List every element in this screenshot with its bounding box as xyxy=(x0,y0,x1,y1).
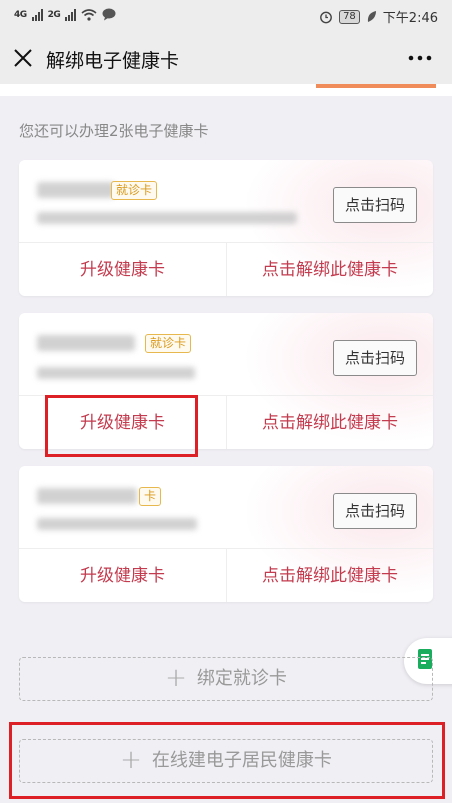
page-title: 解绑电子健康卡 xyxy=(46,50,180,72)
card-type-badge: 就诊卡 xyxy=(145,334,192,353)
battery-indicator: 78 xyxy=(339,9,360,24)
card-holder-name xyxy=(37,488,137,504)
plus-icon: + xyxy=(165,663,187,693)
title-bar: 解绑电子健康卡 xyxy=(0,32,452,84)
highlight-create-card xyxy=(9,722,445,799)
signal-2-label: 2G xyxy=(47,9,61,20)
signal-2-icon xyxy=(65,8,77,21)
remaining-cards-hint: 您还可以办理2张电子健康卡 xyxy=(19,122,209,140)
card-number xyxy=(37,367,195,379)
close-icon[interactable] xyxy=(12,47,34,69)
card-number xyxy=(37,212,297,224)
chat-icon xyxy=(102,8,116,21)
card-holder-name xyxy=(37,182,115,198)
bind-visit-card-label: 绑定就诊卡 xyxy=(196,668,287,689)
more-icon[interactable] xyxy=(406,46,434,70)
page-content: 您还可以办理2张电子健康卡 就诊卡 点击扫码 升级健康卡 点击解绑此健康卡 就诊… xyxy=(0,84,452,803)
scan-button[interactable]: 点击扫码 xyxy=(333,493,417,529)
health-card-1: 就诊卡 点击扫码 升级健康卡 点击解绑此健康卡 xyxy=(19,160,433,296)
health-card-3: 卡 点击扫码 升级健康卡 点击解绑此健康卡 xyxy=(19,466,433,602)
signal-1-icon xyxy=(31,8,43,21)
unbind-card-button[interactable]: 点击解绑此健康卡 xyxy=(227,549,433,602)
unbind-card-button[interactable]: 点击解绑此健康卡 xyxy=(227,396,433,449)
status-bar: 4G 2G 78 下午2:46 xyxy=(0,0,452,32)
top-accent-bar xyxy=(316,84,436,88)
card-holder-name xyxy=(37,335,135,351)
scan-button[interactable]: 点击扫码 xyxy=(333,340,417,376)
bind-visit-card-button[interactable]: + 绑定就诊卡 xyxy=(19,657,433,701)
card-actions: 升级健康卡 点击解绑此健康卡 xyxy=(19,242,433,296)
wifi-icon xyxy=(81,8,97,21)
alarm-icon xyxy=(320,11,332,23)
card-actions: 升级健康卡 点击解绑此健康卡 xyxy=(19,548,433,602)
unbind-card-button[interactable]: 点击解绑此健康卡 xyxy=(227,243,433,296)
signal-1-label: 4G xyxy=(14,9,27,20)
highlight-upgrade-button xyxy=(45,395,198,457)
card-number xyxy=(37,518,197,530)
card-type-badge: 卡 xyxy=(139,487,162,506)
card-type-badge: 就诊卡 xyxy=(111,181,158,200)
upgrade-card-button[interactable]: 升级健康卡 xyxy=(19,549,227,602)
upgrade-card-button[interactable]: 升级健康卡 xyxy=(19,243,227,296)
clock: 下午2:46 xyxy=(382,11,438,26)
scan-button[interactable]: 点击扫码 xyxy=(333,187,417,223)
leaf-icon xyxy=(367,11,376,22)
